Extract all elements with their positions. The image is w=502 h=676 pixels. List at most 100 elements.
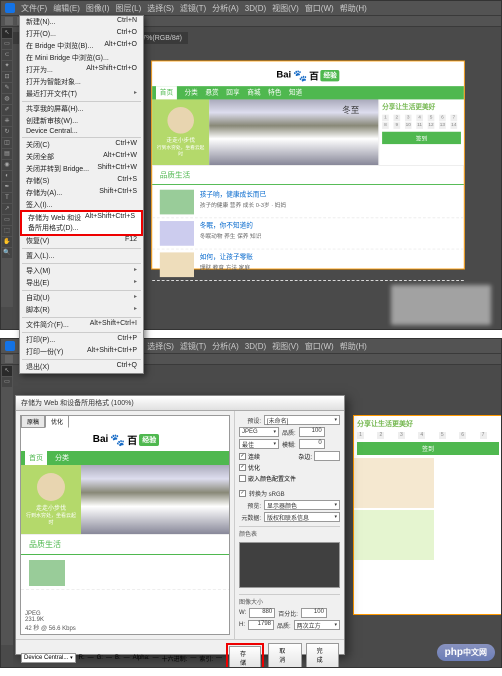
- path-tool[interactable]: ↗: [2, 204, 12, 214]
- menu-open-as[interactable]: 打开为...Alt+Shift+Ctrl+O: [20, 64, 143, 76]
- menu-print-one[interactable]: 打印一份(Y)Alt+Shift+Ctrl+P: [20, 346, 143, 358]
- quality-level-select[interactable]: 最佳: [239, 439, 279, 449]
- shape-tool[interactable]: ▭: [2, 215, 12, 225]
- menu-filter[interactable]: 滤镜(T): [180, 3, 206, 14]
- progressive-checkbox[interactable]: ✓: [239, 453, 246, 460]
- list-item[interactable]: 孩子响，健康成长而已 孩子的健康 营养 成长 0-3岁 · 妈妈: [152, 187, 464, 218]
- menu-file-info[interactable]: 文件简介(F)...Alt+Shift+Ctrl+I: [20, 319, 143, 331]
- format-select[interactable]: JPEG: [239, 427, 279, 437]
- nav-bounty[interactable]: 悬赏: [205, 88, 218, 98]
- list-item[interactable]: 如何，让孩子零账 理财 教育 方法 家庭: [152, 250, 464, 281]
- preview-content[interactable]: Bai🐾百 经验 首页 分类 走走小: [21, 428, 229, 634]
- signin-button[interactable]: 签到: [357, 442, 499, 455]
- zoom-tool[interactable]: 🔍: [2, 248, 12, 258]
- menu-file[interactable]: 文件(F): [21, 3, 47, 14]
- list-item[interactable]: 冬眠，你不知道的 冬眠动物 养生 保养 知识: [152, 218, 464, 249]
- nav-mall[interactable]: 商城: [247, 88, 260, 98]
- menu-place[interactable]: 置入(L)...: [20, 250, 143, 262]
- menu-device-central[interactable]: Device Central...: [20, 127, 143, 136]
- menu-image[interactable]: 图像(I): [86, 3, 110, 14]
- cancel-button[interactable]: 取消: [268, 643, 301, 667]
- gradient-tool[interactable]: ▤: [2, 149, 12, 159]
- eraser-tool[interactable]: ◫: [2, 138, 12, 148]
- tab-original[interactable]: 原稿: [21, 415, 45, 428]
- blur-tool[interactable]: ◉: [2, 160, 12, 170]
- 3d-tool[interactable]: ⬚: [2, 226, 12, 236]
- menu-open[interactable]: 打开(O)...Ctrl+O: [20, 28, 143, 40]
- stamp-tool[interactable]: ⎈: [2, 116, 12, 126]
- menu-import[interactable]: 导入(M): [20, 265, 143, 277]
- menu-automate[interactable]: 自动(U): [20, 292, 143, 304]
- color-table[interactable]: [239, 542, 340, 588]
- width-input[interactable]: 880: [249, 608, 275, 618]
- percent-input[interactable]: 100: [301, 608, 327, 618]
- device-central-button[interactable]: Device Central...: [21, 653, 76, 663]
- tab-optimized[interactable]: 优化: [45, 415, 69, 428]
- nav-share[interactable]: 回享: [226, 88, 239, 98]
- move-tool[interactable]: ↖: [2, 28, 12, 38]
- heal-tool[interactable]: ◍: [2, 94, 12, 104]
- signin-button[interactable]: 签到: [382, 132, 461, 144]
- menu-exit[interactable]: 退出(X)Ctrl+Q: [20, 361, 143, 373]
- menu-browse-bridge[interactable]: 在 Bridge 中浏览(B)...Alt+Ctrl+O: [20, 40, 143, 52]
- height-input[interactable]: 1798: [248, 620, 274, 630]
- menu-open-smart[interactable]: 打开为智能对象...: [20, 76, 143, 88]
- menu-close-all[interactable]: 关闭全部Alt+Ctrl+W: [20, 151, 143, 163]
- brush-tool[interactable]: ✐: [2, 105, 12, 115]
- menu-window[interactable]: 窗口(W): [305, 341, 334, 352]
- optimized-checkbox[interactable]: ✓: [239, 464, 246, 471]
- marquee-tool[interactable]: ▭: [2, 377, 12, 387]
- embed-profile-checkbox[interactable]: [239, 475, 246, 482]
- menu-close[interactable]: 关闭(C)Ctrl+W: [20, 139, 143, 151]
- nav-feature[interactable]: 特色: [268, 88, 281, 98]
- metadata-select[interactable]: 版权和联系信息: [264, 512, 340, 522]
- menu-close-bridge[interactable]: 关闭并转到 Bridge...Shift+Ctrl+W: [20, 163, 143, 175]
- menu-select[interactable]: 选择(S): [147, 3, 174, 14]
- save-button[interactable]: 存储: [229, 646, 261, 667]
- menu-3d[interactable]: 3D(D): [245, 4, 266, 13]
- menu-analysis[interactable]: 分析(A): [212, 341, 239, 352]
- menu-select[interactable]: 选择(S): [147, 341, 174, 352]
- menu-edit[interactable]: 编辑(E): [53, 3, 80, 14]
- dodge-tool[interactable]: ◐: [2, 171, 12, 181]
- menu-scripts[interactable]: 脚本(R): [20, 304, 143, 316]
- menu-new-review[interactable]: 创建新审核(W)...: [20, 115, 143, 127]
- menu-layer[interactable]: 图层(L): [115, 3, 141, 14]
- menu-3d[interactable]: 3D(D): [245, 342, 266, 351]
- nav-home[interactable]: 首页: [156, 86, 177, 99]
- matte-color[interactable]: [314, 451, 340, 461]
- menu-save-for-web[interactable]: 存储为 Web 和设备所用格式(D)...Alt+Shift+Ctrl+S: [22, 212, 141, 234]
- tool-preset-icon[interactable]: [5, 355, 13, 363]
- menu-revert[interactable]: 恢复(V)F12: [20, 235, 143, 247]
- nav-zhidao[interactable]: 知道: [289, 88, 302, 98]
- history-brush-tool[interactable]: ↻: [2, 127, 12, 137]
- type-tool[interactable]: T: [2, 193, 12, 203]
- srgb-checkbox[interactable]: ✓: [239, 490, 246, 497]
- menu-filter[interactable]: 滤镜(T): [180, 341, 206, 352]
- quality-input[interactable]: 100: [299, 427, 325, 437]
- crop-tool[interactable]: ⊡: [2, 72, 12, 82]
- pen-tool[interactable]: ✒: [2, 182, 12, 192]
- move-tool[interactable]: ↖: [2, 366, 12, 376]
- menu-save-as[interactable]: 存储为(A)...Shift+Ctrl+S: [20, 187, 143, 199]
- lasso-tool[interactable]: ⊂: [2, 50, 12, 60]
- menu-help[interactable]: 帮助(H): [340, 3, 367, 14]
- wand-tool[interactable]: ✦: [2, 61, 12, 71]
- preview-select[interactable]: 显示器颜色: [264, 500, 340, 510]
- menu-share-screen[interactable]: 共享我的屏幕(H)...: [20, 103, 143, 115]
- preset-select[interactable]: [未命名]: [264, 415, 340, 425]
- resample-select[interactable]: 两次立方: [294, 620, 340, 630]
- menu-export[interactable]: 导出(E): [20, 277, 143, 289]
- menu-view[interactable]: 视图(V): [272, 3, 299, 14]
- eyedropper-tool[interactable]: ✎: [2, 83, 12, 93]
- hand-tool[interactable]: ✋: [2, 237, 12, 247]
- menu-save[interactable]: 存储(S)Ctrl+S: [20, 175, 143, 187]
- menu-new[interactable]: 新建(N)...Ctrl+N: [20, 16, 143, 28]
- nav-category[interactable]: 分类: [185, 88, 198, 98]
- menu-mini-bridge[interactable]: 在 Mini Bridge 中浏览(G)...: [20, 52, 143, 64]
- menu-view[interactable]: 视图(V): [272, 341, 299, 352]
- done-button[interactable]: 完成: [306, 643, 339, 667]
- menu-recent[interactable]: 最近打开文件(T): [20, 88, 143, 100]
- menu-print[interactable]: 打印(P)...Ctrl+P: [20, 334, 143, 346]
- blur-input[interactable]: 0: [299, 439, 325, 449]
